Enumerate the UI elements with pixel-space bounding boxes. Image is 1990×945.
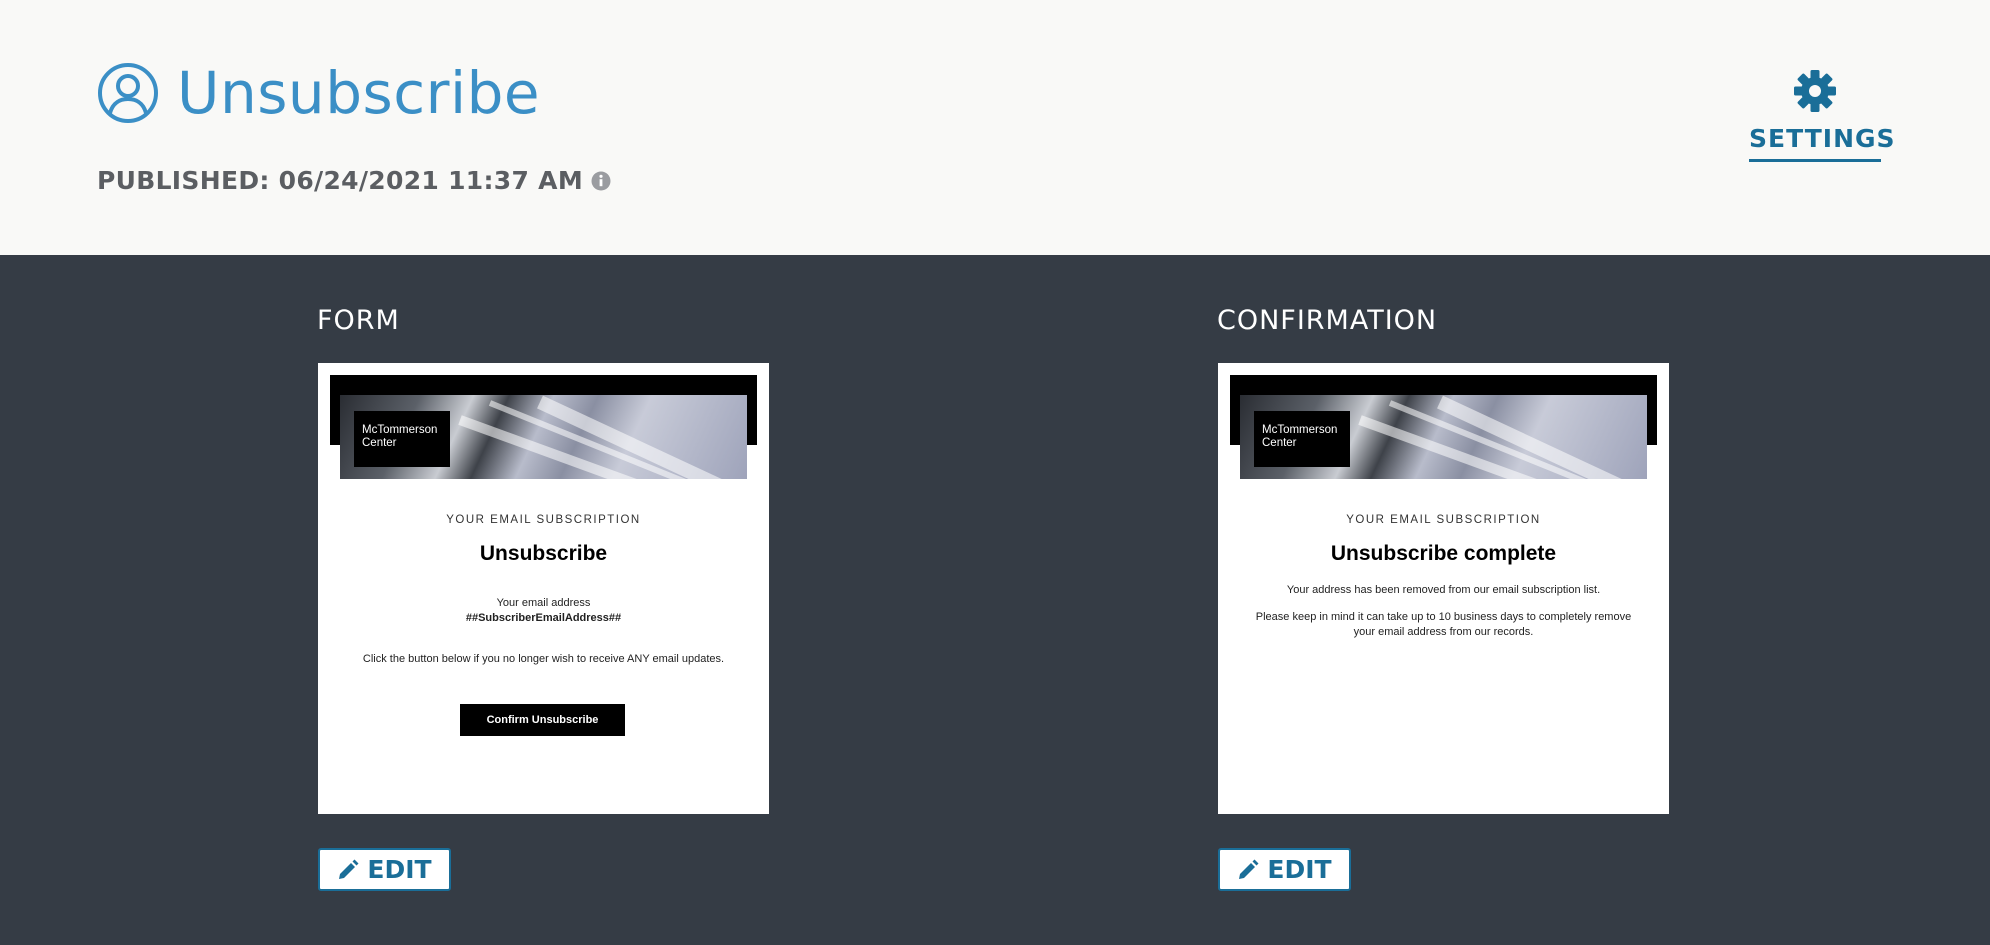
title-row: Unsubscribe <box>97 58 540 128</box>
preview-text: your email address from our records. <box>1353 626 1534 638</box>
edit-label: EDIT <box>367 855 432 884</box>
pencil-icon <box>1239 859 1259 879</box>
edit-label: EDIT <box>1267 855 1332 884</box>
logo: McTommerson Center <box>1254 411 1350 467</box>
form-preview[interactable]: McTommerson Center YOUR EMAIL SUBSCRIPTI… <box>318 363 769 814</box>
edit-confirmation-button[interactable]: EDIT <box>1218 848 1351 891</box>
preview-kicker: YOUR EMAIL SUBSCRIPTION <box>446 514 641 526</box>
preview-text: Your address has been removed from our e… <box>1286 584 1601 596</box>
logo: McTommerson Center <box>354 411 450 467</box>
info-icon[interactable] <box>591 171 611 191</box>
form-heading: FORM <box>317 305 400 336</box>
preview-text: Click the button below if you no longer … <box>362 653 725 665</box>
confirm-unsubscribe-button: Confirm Unsubscribe <box>460 704 625 736</box>
page-header: Unsubscribe PUBLISHED: 06/24/2021 11:37 … <box>0 0 1990 255</box>
settings-button[interactable]: SETTINGS <box>1749 68 1895 162</box>
settings-label: SETTINGS <box>1749 124 1895 162</box>
published-label: PUBLISHED: 06/24/2021 11:37 AM <box>97 166 584 195</box>
preview-kicker: YOUR EMAIL SUBSCRIPTION <box>1346 514 1541 526</box>
page-title: Unsubscribe <box>177 59 541 127</box>
preview-text: Please keep in mind it can take up to 10… <box>1255 611 1632 623</box>
user-circle-icon <box>98 63 158 123</box>
confirmation-preview[interactable]: McTommerson Center YOUR EMAIL SUBSCRIPTI… <box>1218 363 1669 814</box>
confirmation-heading: CONFIRMATION <box>1217 305 1438 336</box>
edit-form-button[interactable]: EDIT <box>318 848 451 891</box>
preview-title: Unsubscribe complete <box>1330 542 1557 565</box>
pencil-icon <box>339 859 359 879</box>
gear-icon <box>1794 70 1836 112</box>
preview-title: Unsubscribe <box>479 542 608 565</box>
preview-email-token: ##SubscriberEmailAddress## <box>465 612 622 624</box>
preview-text: Your email address <box>496 597 591 609</box>
published-timestamp: PUBLISHED: 06/24/2021 11:37 AM <box>97 166 611 195</box>
